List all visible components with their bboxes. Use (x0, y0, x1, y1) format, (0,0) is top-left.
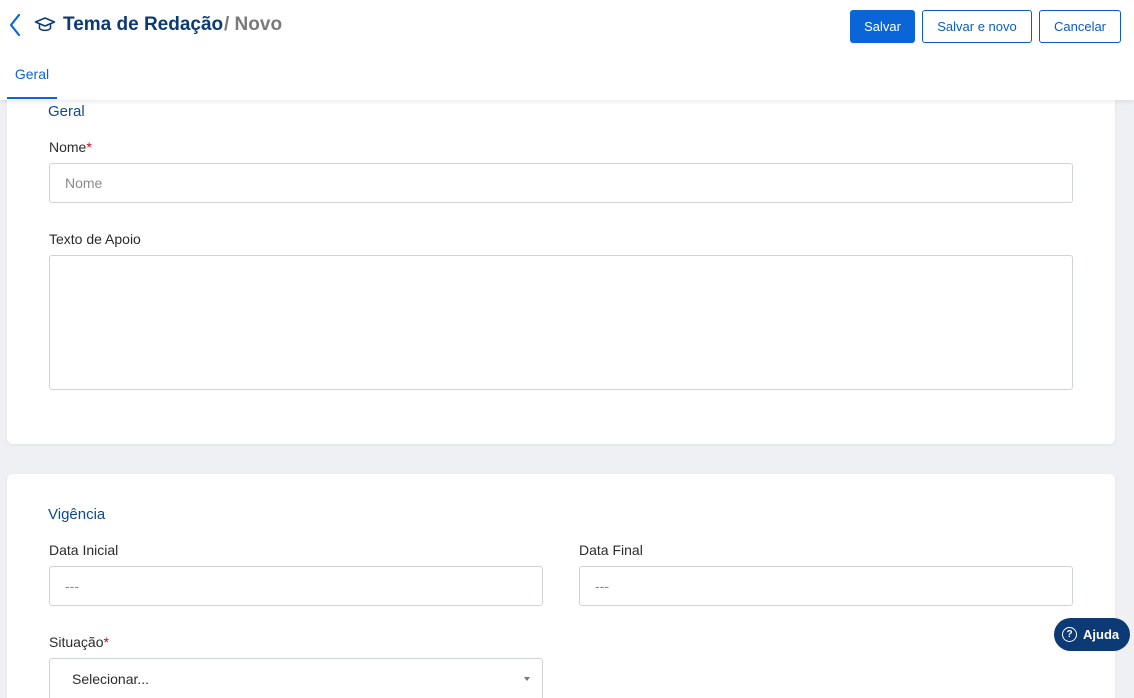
save-and-new-button[interactable]: Salvar e novo (922, 10, 1032, 43)
data-final-label: Data Final (579, 542, 643, 558)
section-title-vigencia: Vigência (48, 506, 106, 523)
data-inicial-label: Data Inicial (49, 542, 119, 558)
cancel-button[interactable]: Cancelar (1039, 10, 1121, 43)
help-label: Ajuda (1083, 627, 1120, 642)
geral-card: Geral Nome* Nome Texto de Apoio (7, 80, 1115, 444)
help-button[interactable]: ? Ajuda (1054, 618, 1130, 651)
top-bar: Tema de Redação / Novo Salvar Salvar e n… (0, 0, 1134, 100)
nome-placeholder: Nome (65, 175, 103, 191)
data-final-input[interactable]: --- (579, 566, 1073, 606)
data-inicial-input[interactable]: --- (49, 566, 543, 606)
situacao-selected-value: Selecionar... (72, 671, 150, 687)
back-button[interactable] (4, 12, 26, 38)
save-button[interactable]: Salvar (850, 10, 915, 43)
question-circle-icon: ? (1062, 627, 1077, 642)
vigencia-card: Vigência Data Inicial --- Data Final ---… (7, 474, 1115, 698)
situacao-select[interactable]: Selecionar... (49, 658, 543, 698)
chevron-left-icon (9, 13, 21, 37)
situacao-label: Situação* (49, 634, 109, 650)
data-inicial-placeholder: --- (65, 578, 79, 594)
graduation-cap-icon (34, 17, 56, 32)
texto-apoio-textarea[interactable] (49, 255, 1073, 390)
nome-input[interactable]: Nome (49, 163, 1073, 203)
section-title-geral: Geral (48, 103, 85, 120)
texto-apoio-label: Texto de Apoio (49, 231, 141, 247)
required-mark: * (103, 634, 109, 650)
tab-geral[interactable]: Geral (7, 58, 57, 99)
nome-label: Nome* (49, 139, 92, 155)
data-final-placeholder: --- (595, 578, 609, 594)
caret-down-icon (524, 677, 530, 681)
page-subtitle: / Novo (224, 14, 283, 35)
page-title: Tema de Redação (63, 14, 224, 35)
required-mark: * (86, 139, 92, 155)
